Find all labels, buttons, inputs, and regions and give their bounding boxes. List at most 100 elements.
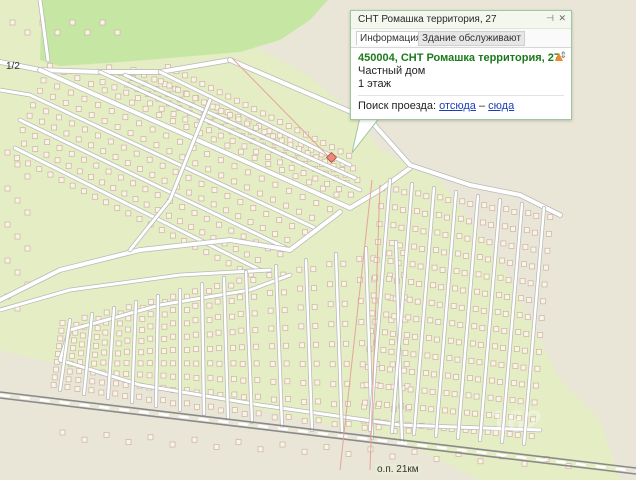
- house[interactable]: [523, 330, 530, 337]
- house[interactable]: [301, 399, 307, 405]
- house[interactable]: [471, 323, 478, 330]
- house[interactable]: [51, 374, 58, 381]
- house[interactable]: [283, 342, 289, 349]
- house[interactable]: [311, 285, 317, 291]
- house[interactable]: [289, 223, 296, 230]
- house[interactable]: [387, 366, 393, 373]
- house[interactable]: [206, 302, 213, 309]
- house[interactable]: [478, 342, 484, 348]
- house[interactable]: [147, 311, 154, 318]
- house[interactable]: [229, 138, 236, 144]
- house[interactable]: [149, 171, 156, 178]
- house[interactable]: [358, 319, 365, 325]
- house[interactable]: [406, 296, 413, 303]
- house[interactable]: [161, 177, 168, 184]
- house[interactable]: [170, 333, 176, 340]
- house[interactable]: [140, 136, 147, 142]
- house[interactable]: [149, 126, 156, 133]
- house[interactable]: [534, 365, 541, 372]
- house[interactable]: [224, 142, 231, 149]
- house[interactable]: [379, 365, 385, 371]
- house[interactable]: [401, 189, 408, 196]
- house[interactable]: [166, 82, 173, 89]
- house[interactable]: [524, 314, 531, 320]
- house[interactable]: [409, 261, 416, 268]
- house[interactable]: [255, 410, 262, 417]
- house[interactable]: [24, 173, 31, 180]
- house[interactable]: [424, 352, 431, 359]
- house[interactable]: [519, 278, 526, 284]
- house[interactable]: [281, 307, 288, 314]
- house[interactable]: [188, 223, 195, 230]
- house[interactable]: [416, 281, 423, 287]
- house[interactable]: [43, 108, 49, 115]
- house[interactable]: [270, 196, 276, 203]
- house[interactable]: [4, 149, 11, 156]
- house[interactable]: [69, 19, 76, 26]
- house[interactable]: [447, 337, 454, 344]
- house[interactable]: [428, 299, 435, 306]
- house[interactable]: [114, 124, 121, 130]
- house[interactable]: [193, 375, 200, 381]
- house[interactable]: [403, 338, 409, 345]
- house[interactable]: [452, 285, 458, 292]
- house[interactable]: [166, 212, 172, 219]
- house[interactable]: [172, 168, 179, 175]
- house[interactable]: [487, 394, 494, 401]
- house[interactable]: [207, 360, 214, 367]
- house[interactable]: [389, 339, 395, 346]
- house[interactable]: [266, 128, 273, 134]
- route-to-link[interactable]: сюда: [488, 100, 514, 112]
- house[interactable]: [21, 140, 27, 147]
- house[interactable]: [147, 434, 154, 441]
- house[interactable]: [357, 277, 363, 283]
- house[interactable]: [306, 179, 313, 186]
- house[interactable]: [50, 382, 57, 388]
- house[interactable]: [376, 400, 382, 407]
- house[interactable]: [526, 297, 533, 303]
- house[interactable]: [476, 359, 483, 366]
- house[interactable]: [301, 417, 308, 424]
- house[interactable]: [468, 357, 475, 364]
- house[interactable]: [299, 361, 306, 367]
- house[interactable]: [47, 62, 53, 69]
- house[interactable]: [319, 185, 326, 192]
- house[interactable]: [498, 362, 505, 368]
- house[interactable]: [389, 453, 396, 460]
- house[interactable]: [4, 185, 11, 192]
- house[interactable]: [206, 331, 213, 338]
- house[interactable]: [217, 376, 223, 383]
- house[interactable]: [369, 310, 376, 317]
- house[interactable]: [216, 345, 222, 352]
- house[interactable]: [198, 195, 205, 202]
- house[interactable]: [184, 347, 190, 353]
- house[interactable]: [449, 320, 456, 327]
- house[interactable]: [342, 320, 349, 327]
- house[interactable]: [412, 333, 418, 340]
- house[interactable]: [123, 359, 130, 366]
- house[interactable]: [313, 200, 320, 206]
- house[interactable]: [420, 228, 427, 235]
- house[interactable]: [329, 341, 335, 348]
- house[interactable]: [443, 390, 450, 396]
- house[interactable]: [466, 218, 472, 225]
- house[interactable]: [170, 347, 176, 353]
- house[interactable]: [64, 384, 71, 390]
- house[interactable]: [163, 132, 170, 139]
- house[interactable]: [217, 132, 224, 139]
- house[interactable]: [160, 360, 167, 367]
- house[interactable]: [88, 81, 94, 88]
- house[interactable]: [225, 93, 232, 100]
- house[interactable]: [277, 159, 283, 166]
- house[interactable]: [411, 243, 417, 250]
- house[interactable]: [206, 127, 212, 134]
- house[interactable]: [453, 374, 459, 380]
- house[interactable]: [391, 204, 398, 211]
- house[interactable]: [192, 331, 199, 338]
- house[interactable]: [541, 281, 548, 288]
- house[interactable]: [147, 335, 154, 342]
- house[interactable]: [67, 89, 74, 96]
- house[interactable]: [224, 193, 231, 199]
- house[interactable]: [415, 190, 422, 197]
- house[interactable]: [79, 332, 86, 339]
